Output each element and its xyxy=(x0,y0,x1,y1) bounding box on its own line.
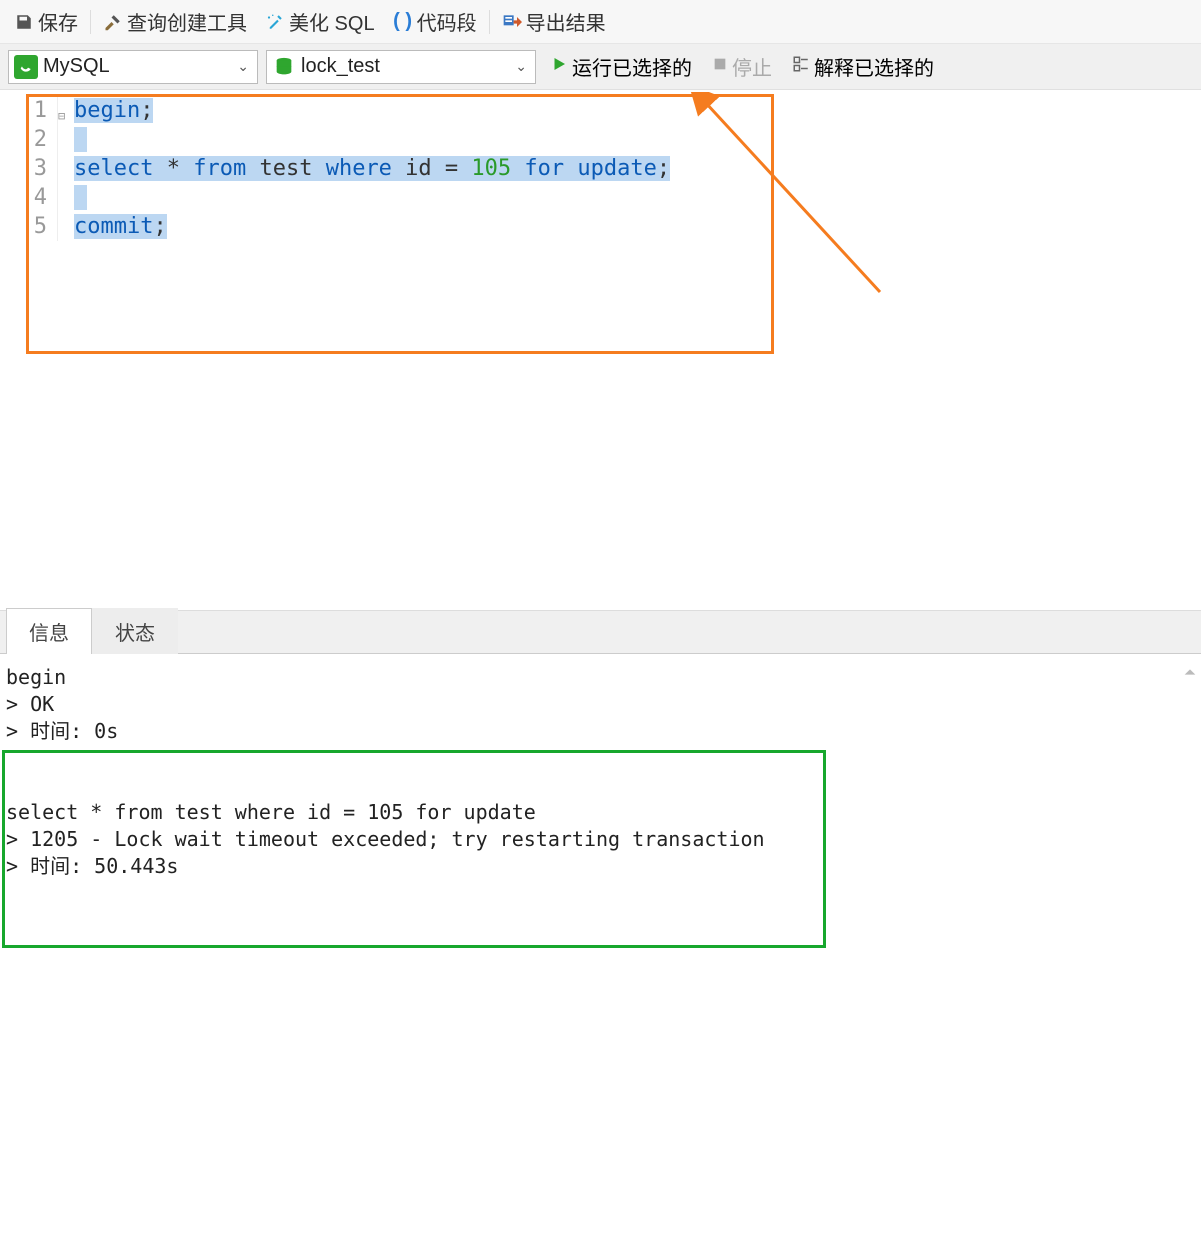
code-line[interactable]: begin; xyxy=(74,96,670,125)
code-line[interactable]: commit; xyxy=(74,212,670,241)
database-name: lock_test xyxy=(301,55,511,78)
tab-status-label: 状态 xyxy=(115,623,155,645)
line-number: 1 xyxy=(0,96,47,125)
console-line: > 1205 - Lock wait timeout exceeded; try… xyxy=(6,826,1195,853)
tab-info-label: 信息 xyxy=(29,623,69,645)
snippet-label: 代码段 xyxy=(417,7,477,36)
stop-button[interactable]: 停止 xyxy=(706,50,778,83)
line-number: 4 xyxy=(0,183,47,212)
console-line: begin xyxy=(6,664,1195,691)
main-toolbar: 保存 查询创建工具 美化 SQL ( ) 代码段 导出结果 xyxy=(0,0,1201,44)
stop-label: 停止 xyxy=(732,52,772,81)
query-builder-button[interactable]: 查询创建工具 xyxy=(97,5,253,38)
result-tabs: 信息 状态 xyxy=(0,610,1201,654)
query-builder-label: 查询创建工具 xyxy=(127,7,247,36)
braces-icon: ( ) xyxy=(393,12,413,32)
console-line: select * from test where id = 105 for up… xyxy=(6,799,1195,826)
tab-status[interactable]: 状态 xyxy=(92,608,178,654)
code-line[interactable] xyxy=(74,183,670,212)
line-number: 3 xyxy=(0,154,47,183)
beautify-label: 美化 SQL xyxy=(289,7,375,36)
explain-selected-button[interactable]: 解释已选择的 xyxy=(786,50,940,83)
stop-icon xyxy=(712,56,728,77)
explain-icon xyxy=(792,55,810,78)
export-label: 导出结果 xyxy=(526,7,606,36)
mysql-icon xyxy=(13,54,39,80)
console-line: > OK xyxy=(6,691,1195,718)
console-line: > 时间: 0s xyxy=(6,718,1195,745)
console-block-1: begin> OK> 时间: 0s xyxy=(6,664,1195,745)
export-icon xyxy=(502,12,522,32)
fold-gutter: ⊟ xyxy=(58,96,70,241)
chevron-down-icon: ⌄ xyxy=(511,58,531,75)
console-output[interactable]: begin> OK> 时间: 0s select * from test whe… xyxy=(0,654,1201,1134)
connection-toolbar: MySQL ⌄ lock_test ⌄ 运行已选择的 停止 解释已选择的 xyxy=(0,44,1201,90)
save-label: 保存 xyxy=(38,7,78,36)
code-lines[interactable]: begin; select * from test where id = 105… xyxy=(70,96,670,241)
code-line[interactable] xyxy=(74,125,670,154)
console-line: > 时间: 50.443s xyxy=(6,853,1195,880)
code-line[interactable]: select * from test where id = 105 for up… xyxy=(74,154,670,183)
save-button[interactable]: 保存 xyxy=(8,5,84,38)
sql-editor-area: 12345 ⊟ begin; select * from test where … xyxy=(0,90,1201,610)
save-icon xyxy=(14,12,34,32)
line-number: 2 xyxy=(0,125,47,154)
connection-name: MySQL xyxy=(43,55,233,78)
database-dropdown[interactable]: lock_test ⌄ xyxy=(266,50,536,84)
snippet-button[interactable]: ( ) 代码段 xyxy=(387,5,483,38)
line-number-gutter: 12345 xyxy=(0,96,58,241)
run-selected-button[interactable]: 运行已选择的 xyxy=(544,50,698,83)
chevron-down-icon: ⌄ xyxy=(233,58,253,75)
database-icon xyxy=(271,54,297,80)
scroll-up-icon[interactable] xyxy=(1181,660,1199,684)
console-block-2: select * from test where id = 105 for up… xyxy=(6,799,1195,880)
beautify-sql-button[interactable]: 美化 SQL xyxy=(259,5,381,38)
hammer-icon xyxy=(103,12,123,32)
connection-dropdown[interactable]: MySQL ⌄ xyxy=(8,50,258,84)
line-number: 5 xyxy=(0,212,47,241)
play-icon xyxy=(550,55,568,78)
run-selected-label: 运行已选择的 xyxy=(572,52,692,81)
sql-editor[interactable]: 12345 ⊟ begin; select * from test where … xyxy=(0,90,1201,241)
tab-info[interactable]: 信息 xyxy=(6,608,92,654)
export-result-button[interactable]: 导出结果 xyxy=(496,5,612,38)
explain-selected-label: 解释已选择的 xyxy=(814,52,934,81)
wand-icon xyxy=(265,12,285,32)
